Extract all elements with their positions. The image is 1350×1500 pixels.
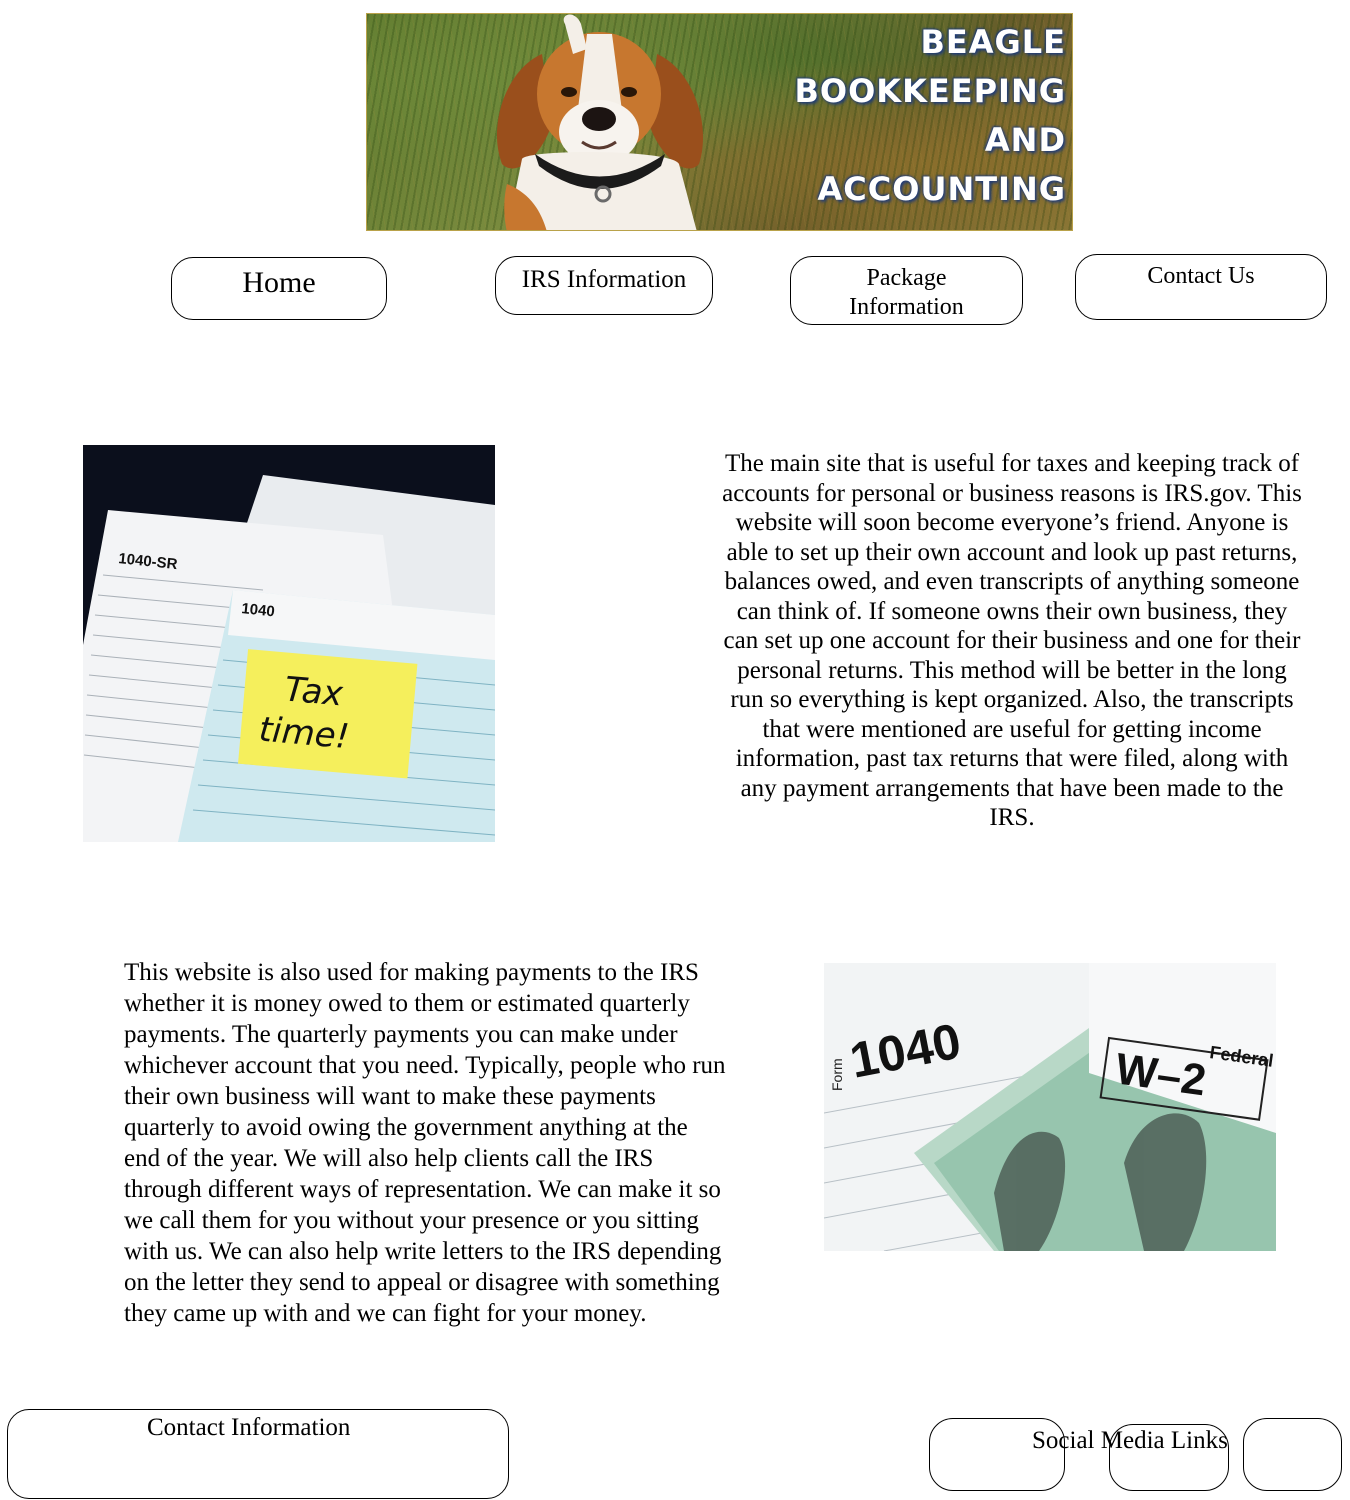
nav-package-label-line-1: Package <box>866 265 947 291</box>
banner-title-line-3: AND <box>984 121 1066 159</box>
sticky-note: Tax time! <box>238 649 418 779</box>
payments-paragraph: This website is also used for making pay… <box>124 959 726 1327</box>
nav-irs-information-button[interactable]: IRS Information <box>495 256 713 315</box>
banner-title-line-1: BEAGLE <box>920 23 1066 61</box>
nav-contact-us-button[interactable]: Contact Us <box>1075 254 1327 320</box>
social-media-link-3[interactable] <box>1243 1418 1342 1491</box>
irs-site-paragraph: The main site that is useful for taxes a… <box>722 450 1302 831</box>
banner-title: BEAGLE BOOKKEEPING AND ACCOUNTING <box>794 18 1066 214</box>
tax-forms-illustration: 1040-SR 1040 Tax time! <box>83 475 495 842</box>
banner-title-line-4: ACCOUNTING <box>817 170 1066 208</box>
sticky-note-line-1: Tax <box>283 670 345 715</box>
sticky-note-line-2: time! <box>257 709 351 757</box>
nav-package-label-line-2: Information <box>849 294 964 320</box>
form-1040-label: 1040 <box>241 600 276 620</box>
w2-forms-illustration: Form 1040 W–2 Federal <box>824 963 1276 1251</box>
contact-information-label: Contact Information <box>147 1414 351 1441</box>
header-banner: BEAGLE BOOKKEEPING AND ACCOUNTING <box>366 13 1073 231</box>
nav-home-button[interactable]: Home <box>171 257 387 320</box>
banner-title-line-2: BOOKKEEPING <box>794 72 1066 110</box>
w2-1040-check-photo: Form 1040 W–2 Federal <box>824 963 1276 1251</box>
beagle-dog-image <box>496 14 703 230</box>
tax-forms-photo: 1040-SR 1040 Tax time! <box>83 445 495 842</box>
social-media-links-label: Social Media Links <box>1032 1427 1228 1454</box>
nav-package-information-button[interactable]: Package Information <box>790 256 1023 325</box>
form-label: Form <box>829 1058 845 1091</box>
